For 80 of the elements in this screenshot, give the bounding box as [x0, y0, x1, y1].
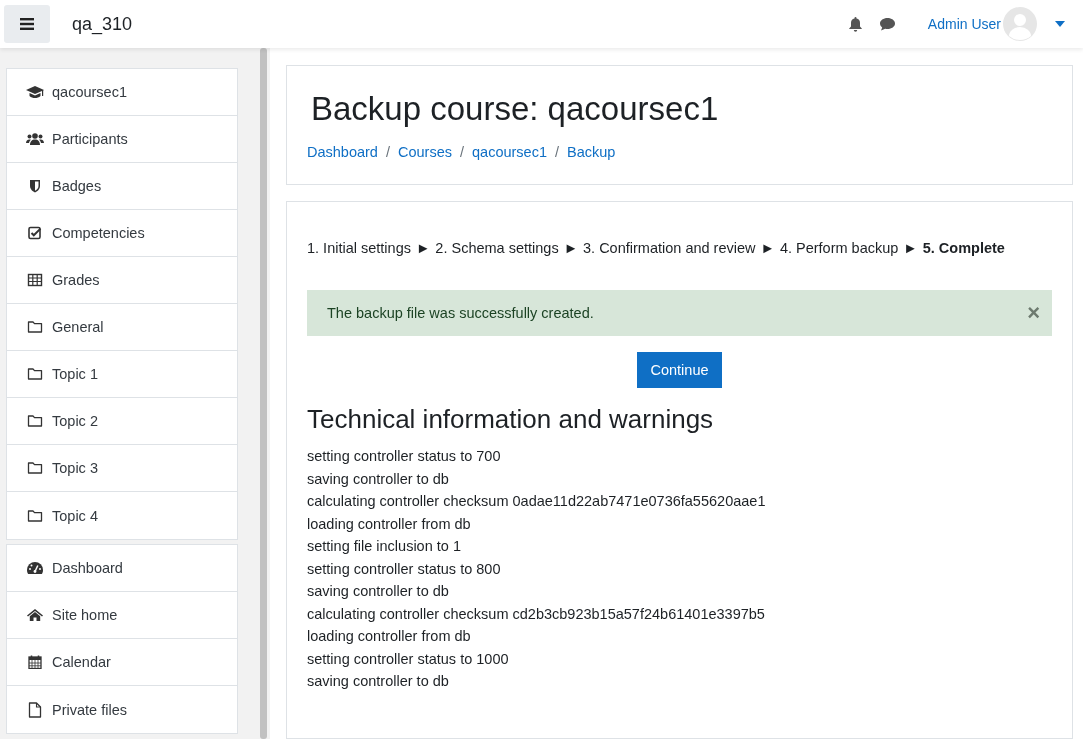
step-arrow: ►	[760, 240, 775, 256]
sidebar-item-label: qacoursec1	[52, 84, 127, 100]
caret-icon[interactable]	[1055, 21, 1065, 27]
section-heading: Technical information and warnings	[307, 404, 715, 435]
sidebar-item-label: Topic 3	[52, 460, 98, 476]
progress-step: 1. Initial settings	[307, 240, 411, 256]
user-name-link[interactable]: Admin User	[927, 16, 1001, 32]
graduation-cap-icon	[26, 85, 44, 99]
log-line: saving controller to db	[307, 582, 450, 601]
log-line: setting file inclusion to 1	[307, 537, 462, 556]
table-icon	[26, 273, 44, 287]
progress-step: 5. Complete	[922, 240, 1005, 256]
checkbox-icon	[26, 226, 44, 240]
step-arrow: ►	[563, 240, 579, 256]
file-icon	[26, 701, 44, 718]
sidebar-item[interactable]: Site home	[7, 592, 237, 639]
progress-step: 4. Perform backup	[779, 240, 899, 256]
alert-message: The backup file was successfully created.	[327, 305, 594, 321]
folder-icon	[26, 367, 44, 381]
breadcrumb-link[interactable]: Dashboard	[307, 144, 378, 160]
sidebar-item-label: Dashboard	[52, 560, 123, 576]
calendar-icon	[26, 655, 44, 669]
gauge-icon	[26, 561, 44, 575]
log-line: loading controller from db	[307, 514, 472, 534]
step-arrow: ►	[416, 240, 431, 256]
chat-bubble-icon[interactable]	[878, 17, 896, 31]
sidebar-item-label: Badges	[52, 178, 102, 194]
sidebar-item[interactable]: General	[7, 304, 237, 351]
sidebar-item[interactable]: Topic 3	[7, 445, 237, 492]
sidebar-item-label: Calendar	[52, 654, 111, 670]
sidebar-item[interactable]: Dashboard	[7, 545, 237, 592]
sidebar-item-label: Participants	[52, 131, 128, 147]
menu-icon	[20, 18, 34, 30]
sidebar-item[interactable]: Topic 4	[7, 492, 237, 539]
log-line: loading controller from db	[307, 627, 472, 646]
log-line: calculating controller checksum 0adae11d22ab7471e0736fa55620aae1	[307, 492, 767, 511]
sidebar-item-label: Grades	[52, 272, 100, 288]
home-icon	[26, 608, 44, 622]
folder-icon	[26, 320, 44, 334]
scrollbar[interactable]	[258, 48, 270, 739]
page-title: Backup course: qacoursec1	[311, 90, 720, 128]
sidebar-item-label: Topic 4	[52, 507, 98, 524]
sidebar-item[interactable]: Calendar	[7, 639, 237, 686]
breadcrumb-link[interactable]: qacoursec1	[472, 144, 547, 160]
sidebar-item[interactable]: Topic 1	[7, 351, 237, 398]
bell-icon[interactable]	[847, 16, 863, 32]
sidebar-item[interactable]: Participants	[7, 116, 237, 163]
sidebar-item-label: Topic 2	[52, 413, 98, 429]
sidebar-item-label: Competencies	[52, 225, 145, 241]
log-line: calculating controller checksum cd2b3cb923b15a57f24b61401e3397b5	[307, 604, 766, 624]
menu-button[interactable]	[4, 5, 50, 43]
sidebar-item[interactable]: Private files	[7, 686, 237, 733]
sidebar-item-label: Topic 1	[52, 366, 98, 382]
folder-icon	[26, 414, 44, 428]
breadcrumb-separator: /	[459, 144, 464, 160]
progress-step: 3. Confirmation and review	[583, 240, 756, 256]
folder-icon	[26, 461, 44, 475]
sidebar-item[interactable]: Competencies	[7, 210, 237, 257]
log-line: saving controller to db	[307, 469, 450, 489]
continue-button[interactable]: Continue	[637, 352, 722, 388]
breadcrumb-link[interactable]: Backup	[567, 144, 616, 160]
breadcrumb-separator: /	[554, 144, 559, 160]
sidebar-item-label: Private files	[52, 701, 127, 718]
sidebar-item-label: General	[52, 319, 104, 335]
log-line: setting controller status to 800	[307, 559, 502, 579]
log-line: setting controller status to 1000	[307, 649, 510, 669]
sidebar-item-label: Site home	[52, 607, 118, 623]
breadcrumb-link[interactable]: Courses	[397, 144, 452, 160]
users-icon	[26, 132, 44, 146]
sidebar-item[interactable]: Grades	[7, 257, 237, 304]
sidebar-item[interactable]: Badges	[7, 163, 237, 210]
sidebar-item[interactable]: Topic 2	[7, 398, 237, 445]
folder-icon	[26, 508, 44, 523]
progress-step: 2. Schema settings	[435, 240, 559, 256]
log-line: saving controller to db	[307, 672, 450, 691]
sidebar-item[interactable]: qacoursec1	[7, 69, 237, 116]
step-arrow: ►	[903, 240, 918, 256]
log-line: setting controller status to 700	[307, 447, 502, 466]
site-name-link[interactable]: qa_310	[72, 13, 133, 35]
breadcrumb-separator: /	[385, 144, 390, 160]
